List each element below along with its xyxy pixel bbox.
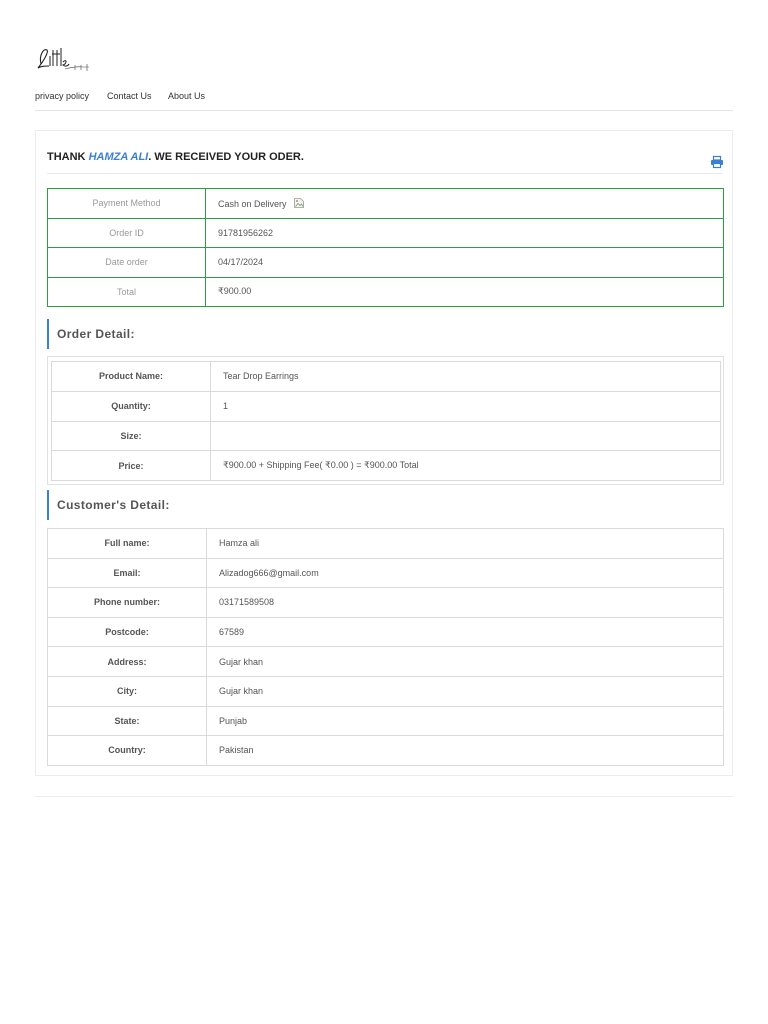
nav-about-us[interactable]: About Us <box>168 91 205 101</box>
quantity-label: Quantity: <box>51 390 211 422</box>
table-row: Price: ₹900.00 + Shipping Fee( ₹0.00 ) =… <box>51 450 721 482</box>
thanks-prefix: THANK <box>47 151 89 163</box>
country-value: Pakistan <box>206 735 724 766</box>
table-row: Country: Pakistan <box>47 735 724 766</box>
payment-method-label: Payment Method <box>47 188 206 219</box>
payment-method-value: Cash on Delivery <box>218 199 287 210</box>
table-row: Phone number: 03171589508 <box>47 587 724 618</box>
thanks-suffix: . WE RECEIVED YOUR ODER. <box>148 151 304 163</box>
table-row: Full name: Hamza ali <box>47 528 724 559</box>
table-row: Product Name: Tear Drop Earrings <box>51 361 721 392</box>
payment-summary-table: Payment Method Cash on Delivery Order ID… <box>47 188 724 307</box>
city-label: City: <box>47 675 207 707</box>
price-value: ₹900.00 + Shipping Fee( ₹0.00 ) = ₹900.0… <box>210 450 721 482</box>
table-row: State: Punjab <box>47 705 724 737</box>
state-value: Punjab <box>206 705 724 737</box>
email-value: Alizadog666@gmail.com <box>206 557 724 589</box>
product-name-value: Tear Drop Earrings <box>210 361 721 392</box>
table-row: Quantity: 1 <box>51 390 721 422</box>
quantity-value: 1 <box>210 390 721 422</box>
customer-detail-table: Full name: Hamza ali Email: Alizadog666@… <box>47 528 724 766</box>
site-logo[interactable] <box>35 42 95 74</box>
customer-detail-heading: Customer's Detail: <box>47 490 170 520</box>
nav-privacy-policy[interactable]: privacy policy <box>35 91 89 101</box>
order-detail-heading: Order Detail: <box>47 319 135 349</box>
table-row: Postcode: 67589 <box>47 616 724 648</box>
table-row: Order ID 91781956262 <box>47 217 724 248</box>
size-value <box>210 420 721 452</box>
phone-number-value: 03171589508 <box>206 587 724 618</box>
print-icon[interactable] <box>710 155 724 169</box>
order-detail-panel: Product Name: Tear Drop Earrings Quantit… <box>47 356 724 485</box>
price-label: Price: <box>51 450 211 482</box>
top-nav: privacy policy Contact Us About Us <box>35 80 733 111</box>
order-confirmation-card: THANK HAMZA ALI. WE RECEIVED YOUR ODER. … <box>35 130 733 776</box>
total-value: ₹900.00 <box>205 276 724 307</box>
address-value: Gujar khan <box>206 646 724 677</box>
country-label: Country: <box>47 735 207 766</box>
table-row: Email: Alizadog666@gmail.com <box>47 557 724 589</box>
email-label: Email: <box>47 557 207 589</box>
thank-you-heading: THANK HAMZA ALI. WE RECEIVED YOUR ODER. <box>47 151 304 163</box>
table-row: Date order 04/17/2024 <box>47 247 724 278</box>
table-row: Address: Gujar khan <box>47 646 724 677</box>
footer-divider <box>35 796 733 797</box>
full-name-value: Hamza ali <box>206 528 724 559</box>
address-label: Address: <box>47 646 207 677</box>
table-row: Total ₹900.00 <box>47 276 724 307</box>
postcode-value: 67589 <box>206 616 724 648</box>
product-name-label: Product Name: <box>51 361 211 392</box>
order-id-value: 91781956262 <box>205 217 724 248</box>
size-label: Size: <box>51 420 211 452</box>
phone-number-label: Phone number: <box>47 587 207 618</box>
total-label: Total <box>47 276 206 307</box>
nav-contact-us[interactable]: Contact Us <box>107 91 152 101</box>
full-name-label: Full name: <box>47 528 207 559</box>
table-row: Payment Method Cash on Delivery <box>47 188 724 219</box>
broken-image-icon <box>293 197 305 209</box>
state-label: State: <box>47 705 207 737</box>
payment-method-cell: Cash on Delivery <box>205 188 724 219</box>
table-row: Size: <box>51 420 721 452</box>
city-value: Gujar khan <box>206 675 724 707</box>
date-order-label: Date order <box>47 247 206 278</box>
little-logo <box>37 48 89 71</box>
customer-name: HAMZA ALI <box>88 151 149 163</box>
postcode-label: Postcode: <box>47 616 207 648</box>
date-order-value: 04/17/2024 <box>205 247 724 278</box>
order-id-label: Order ID <box>47 217 206 248</box>
table-row: City: Gujar khan <box>47 675 724 707</box>
heading-divider <box>47 173 723 174</box>
order-detail-table: Product Name: Tear Drop Earrings Quantit… <box>51 361 721 482</box>
